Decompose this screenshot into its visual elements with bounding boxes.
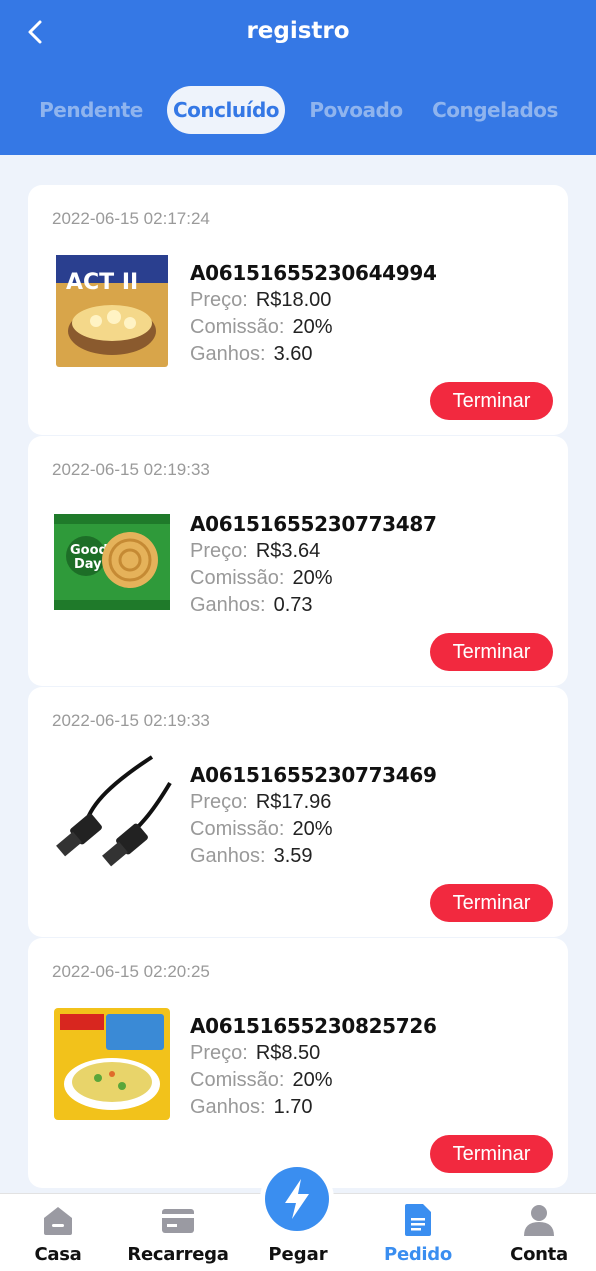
- tab-pendente[interactable]: Pendente: [36, 86, 146, 134]
- earnings-value: 3.60: [273, 343, 313, 365]
- commission-value: 20%: [292, 316, 333, 338]
- home-icon: [44, 1207, 72, 1235]
- nav-label-pegar: Pegar: [268, 1244, 328, 1265]
- terminar-button[interactable]: Terminar: [430, 1135, 553, 1173]
- earnings-row: Ganhos: 3.60: [190, 343, 313, 366]
- nav-label-conta: Conta: [510, 1244, 568, 1265]
- order-id: A06151655230825726: [190, 1014, 437, 1038]
- price-label: Preço:: [190, 540, 248, 562]
- commission-label: Comissão:: [190, 567, 285, 589]
- order-id: A06151655230773469: [190, 763, 437, 787]
- nav-label-casa: Casa: [34, 1244, 82, 1265]
- earnings-row: Ganhos: 0.73: [190, 594, 313, 617]
- earnings-label: Ganhos:: [190, 343, 266, 365]
- order-card: 2022-06-15 02:19:33 Good Day A0615165523…: [28, 436, 568, 686]
- header-bar: registro Pendente Concluído Povoado Cong…: [0, 0, 596, 155]
- popcorn-pack-icon: ACT II: [56, 255, 168, 367]
- commission-row: Comissão: 20%: [190, 567, 333, 590]
- pegar-button-circle: [265, 1167, 329, 1231]
- noodle-pack-icon: [54, 1008, 170, 1120]
- earnings-row: Ganhos: 3.59: [190, 845, 313, 868]
- price-row: Preço: R$3.64: [190, 540, 320, 563]
- nav-item-recarrega[interactable]: Recarrega: [118, 1202, 238, 1265]
- commission-value: 20%: [292, 818, 333, 840]
- order-date: 2022-06-15 02:17:24: [52, 209, 210, 228]
- price-label: Preço:: [190, 791, 248, 813]
- earnings-label: Ganhos:: [190, 1096, 266, 1118]
- commission-value: 20%: [292, 567, 333, 589]
- nav-label-pedido: Pedido: [384, 1244, 452, 1265]
- document-icon: [405, 1204, 431, 1236]
- nav-item-casa[interactable]: Casa: [18, 1202, 98, 1265]
- page-title: registro: [246, 18, 350, 44]
- order-date: 2022-06-15 02:19:33: [52, 711, 210, 730]
- order-card: 2022-06-15 02:20:25 A06151655230825726 P…: [28, 938, 568, 1188]
- price-value: R$17.96: [255, 791, 332, 813]
- order-date: 2022-06-15 02:20:25: [52, 962, 210, 981]
- earnings-value: 3.59: [273, 845, 313, 867]
- price-row: Preço: R$18.00: [190, 289, 331, 312]
- earnings-row: Ganhos: 1.70: [190, 1096, 313, 1119]
- earnings-value: 1.70: [273, 1096, 313, 1118]
- user-icon: [524, 1205, 554, 1236]
- order-card: 2022-06-15 02:19:33 A06151655230773469 P…: [28, 687, 568, 937]
- price-value: R$8.50: [255, 1042, 321, 1064]
- commission-label: Comissão:: [190, 316, 285, 338]
- price-value: R$3.64: [255, 540, 321, 562]
- terminar-button[interactable]: Terminar: [430, 633, 553, 671]
- nav-item-pedido[interactable]: Pedido: [358, 1202, 478, 1265]
- commission-value: 20%: [292, 1069, 333, 1091]
- price-label: Preço:: [190, 1042, 248, 1064]
- lightning-icon: [285, 1179, 309, 1219]
- terminar-button[interactable]: Terminar: [430, 382, 553, 420]
- price-row: Preço: R$17.96: [190, 791, 331, 814]
- commission-row: Comissão: 20%: [190, 316, 333, 339]
- svg-text:Good: Good: [70, 543, 108, 558]
- order-card: 2022-06-15 02:17:24 ACT II A061516552306…: [28, 185, 568, 435]
- earnings-label: Ganhos:: [190, 845, 266, 867]
- terminar-button[interactable]: Terminar: [430, 884, 553, 922]
- wallet-card-icon: [162, 1209, 194, 1233]
- tab-congelados[interactable]: Congelados: [428, 86, 562, 134]
- earnings-value: 0.73: [273, 594, 313, 616]
- price-row: Preço: R$8.50: [190, 1042, 320, 1065]
- pegar-button[interactable]: [260, 1162, 334, 1236]
- commission-row: Comissão: 20%: [190, 1069, 333, 1092]
- order-date: 2022-06-15 02:19:33: [52, 460, 210, 479]
- order-id: A06151655230644994: [190, 261, 437, 285]
- commission-label: Comissão:: [190, 1069, 285, 1091]
- biscuit-pack-icon: Good Day: [54, 514, 170, 610]
- price-label: Preço:: [190, 289, 248, 311]
- svg-text:Day: Day: [74, 557, 102, 572]
- nav-label-recarrega: Recarrega: [127, 1244, 229, 1265]
- price-value: R$18.00: [255, 289, 332, 311]
- commission-row: Comissão: 20%: [190, 818, 333, 841]
- status-tabs: Pendente Concluído Povoado Congelados: [0, 86, 596, 134]
- tab-povoado[interactable]: Povoado: [304, 86, 408, 134]
- commission-label: Comissão:: [190, 818, 285, 840]
- svg-text:ACT II: ACT II: [66, 270, 138, 295]
- hdmi-cable-icon: [56, 755, 172, 867]
- nav-item-conta[interactable]: Conta: [498, 1202, 580, 1265]
- earnings-label: Ganhos:: [190, 594, 266, 616]
- tab-concluido[interactable]: Concluído: [167, 86, 285, 134]
- order-id: A06151655230773487: [190, 512, 437, 536]
